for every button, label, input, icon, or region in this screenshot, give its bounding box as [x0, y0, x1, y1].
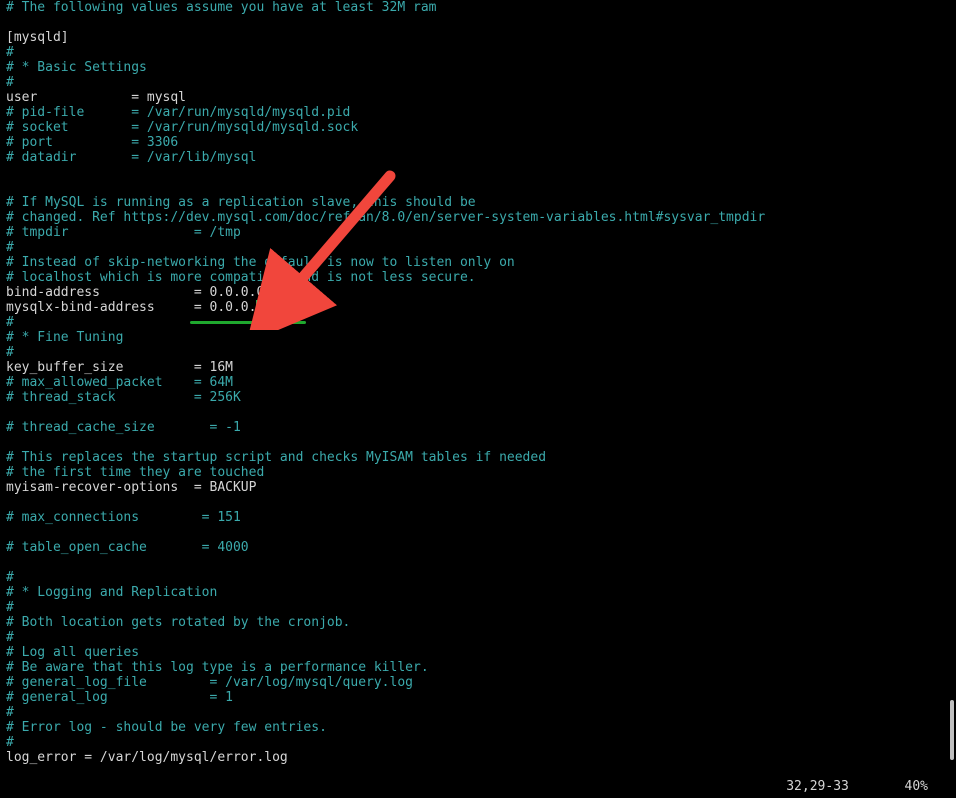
- editor-line: # max_connections = 151: [6, 510, 950, 525]
- editor-line: # general_log = 1: [6, 690, 950, 705]
- editor-line: #: [6, 735, 950, 750]
- editor-line: #: [6, 315, 950, 330]
- editor-line: user = mysql: [6, 90, 950, 105]
- editor-line: # If MySQL is running as a replication s…: [6, 195, 950, 210]
- editor-line: # * Logging and Replication: [6, 585, 950, 600]
- editor-line: #: [6, 570, 950, 585]
- editor-line: myisam-recover-options = BACKUP: [6, 480, 950, 495]
- editor-line: # Both location gets rotated by the cron…: [6, 615, 950, 630]
- editor-line: mysqlx-bind-address = 0.0.0.0: [6, 300, 950, 315]
- editor-line: # The following values assume you have a…: [6, 0, 950, 15]
- editor-line: [6, 405, 950, 420]
- editor-line: [6, 555, 950, 570]
- editor-line: # * Fine Tuning: [6, 330, 950, 345]
- editor-line: # general_log_file = /var/log/mysql/quer…: [6, 675, 950, 690]
- editor-line: # thread_cache_size = -1: [6, 420, 950, 435]
- editor-line: [6, 15, 950, 30]
- editor-line: # Log all queries: [6, 645, 950, 660]
- editor-line: #: [6, 75, 950, 90]
- editor-line: [6, 495, 950, 510]
- editor-line: #: [6, 240, 950, 255]
- editor-line: [mysqld]: [6, 30, 950, 45]
- editor-line: # changed. Ref https://dev.mysql.com/doc…: [6, 210, 950, 225]
- editor-line: # tmpdir = /tmp: [6, 225, 950, 240]
- editor-line: # This replaces the startup script and c…: [6, 450, 950, 465]
- editor-line: # Be aware that this log type is a perfo…: [6, 660, 950, 675]
- scroll-percent: 40%: [905, 779, 928, 794]
- editor-line: # socket = /var/run/mysqld/mysqld.sock: [6, 120, 950, 135]
- editor-line: #: [6, 630, 950, 645]
- editor-line: # port = 3306: [6, 135, 950, 150]
- editor-line: #: [6, 345, 950, 360]
- editor-line: [6, 525, 950, 540]
- editor-line: log_error = /var/log/mysql/error.log: [6, 750, 950, 765]
- editor-line: bind-address = 0.0.0.0: [6, 285, 950, 300]
- vim-status-bar: 32,29-33 40%: [0, 779, 948, 794]
- editor-line: #: [6, 705, 950, 720]
- editor-line: [6, 180, 950, 195]
- editor-line: # thread_stack = 256K: [6, 390, 950, 405]
- annotation-underline: [190, 321, 306, 324]
- editor-viewport[interactable]: # The following values assume you have a…: [0, 0, 956, 765]
- editor-line: # localhost which is more compatible and…: [6, 270, 950, 285]
- editor-line: # the first time they are touched: [6, 465, 950, 480]
- editor-line: key_buffer_size = 16M: [6, 360, 950, 375]
- scrollbar-track[interactable]: [950, 0, 954, 798]
- editor-line: #: [6, 45, 950, 60]
- text-cursor: 0: [256, 300, 264, 315]
- editor-line: [6, 435, 950, 450]
- editor-line: # pid-file = /var/run/mysqld/mysqld.pid: [6, 105, 950, 120]
- scrollbar-thumb[interactable]: [950, 700, 954, 760]
- editor-line: # max_allowed_packet = 64M: [6, 375, 950, 390]
- editor-line: # datadir = /var/lib/mysql: [6, 150, 950, 165]
- editor-line: # table_open_cache = 4000: [6, 540, 950, 555]
- editor-line: # Instead of skip-networking the default…: [6, 255, 950, 270]
- editor-line: # Error log - should be very few entries…: [6, 720, 950, 735]
- editor-line: #: [6, 600, 950, 615]
- cursor-position: 32,29-33: [786, 779, 849, 794]
- editor-line: [6, 165, 950, 180]
- editor-line: # * Basic Settings: [6, 60, 950, 75]
